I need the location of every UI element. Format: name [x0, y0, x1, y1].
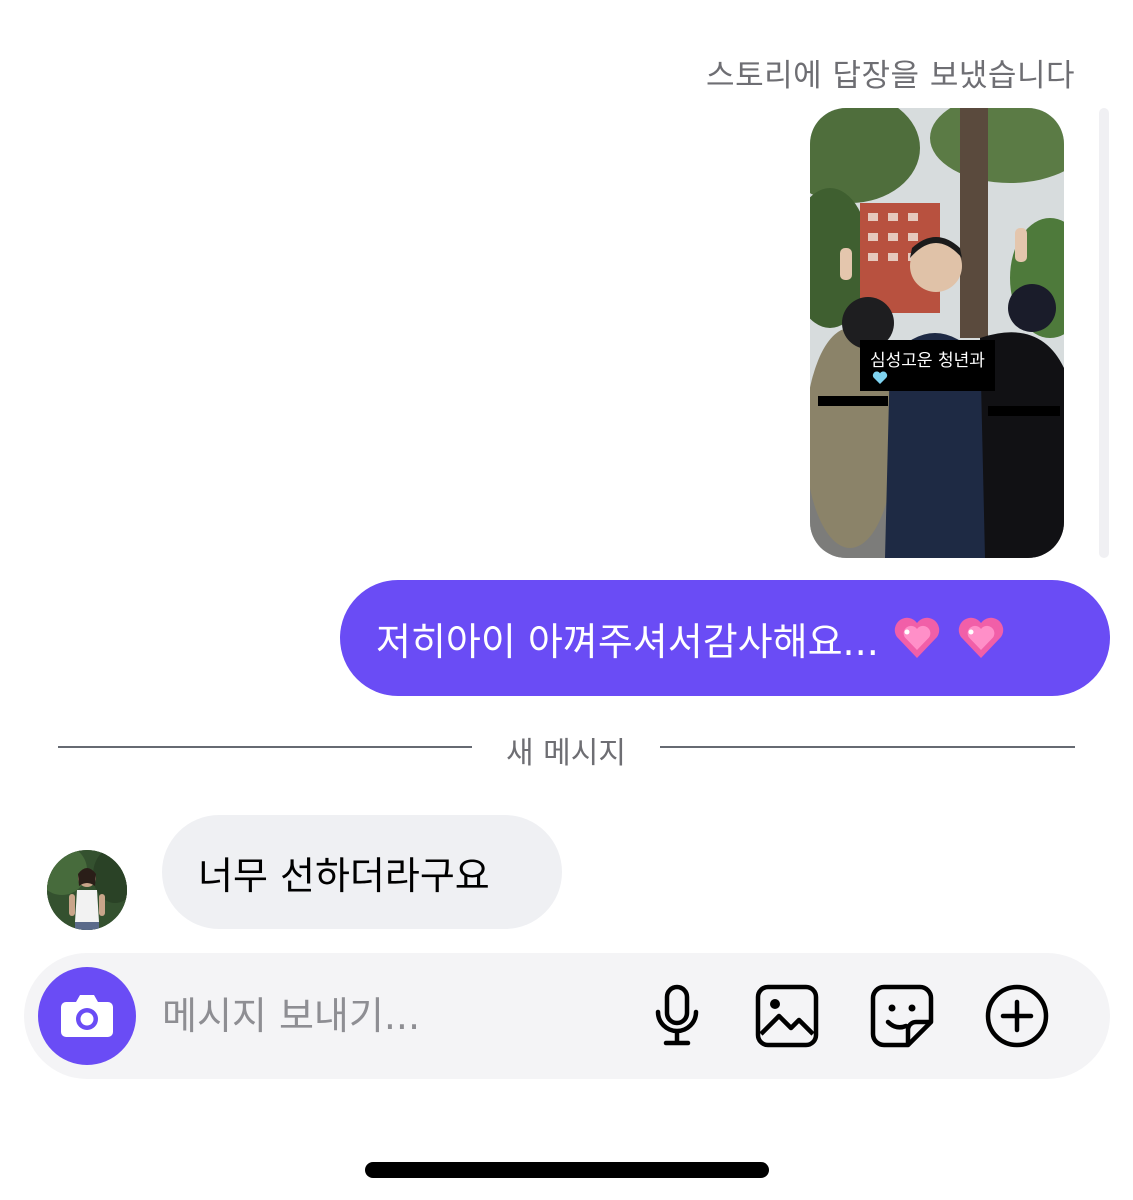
- message-input[interactable]: [162, 986, 582, 1046]
- divider-line-left: [58, 746, 472, 748]
- story-reply-caption: 스토리에 답장을 보냈습니다: [706, 58, 1075, 94]
- divider-line-right: [660, 746, 1075, 748]
- sticker-icon: [870, 984, 934, 1048]
- camera-button[interactable]: [38, 967, 136, 1065]
- plus-circle-icon: [985, 984, 1049, 1048]
- home-indicator[interactable]: [365, 1162, 769, 1178]
- story-sticker: 심성고운 청년과: [860, 340, 995, 391]
- scrollbar[interactable]: [1099, 108, 1109, 558]
- story-thumbnail[interactable]: 심성고운 청년과: [810, 108, 1064, 558]
- light-blue-heart-icon: [872, 371, 888, 384]
- incoming-message-bubble[interactable]: 너무 선하더라구요: [162, 815, 562, 929]
- gallery-button[interactable]: [754, 983, 820, 1049]
- camera-icon: [61, 995, 113, 1037]
- story-photo: [810, 108, 1064, 558]
- outgoing-message-text: 저히아이 아껴주셔서감사해요...: [376, 619, 879, 664]
- sparkling-heart-icon: [958, 617, 1004, 658]
- incoming-message-text: 너무 선하더라구요: [198, 853, 490, 898]
- dm-thread-screen: 스토리에 답장을 보냈습니다 심성고운 청년과 저히아이 아껴주셔서감사해요..…: [0, 0, 1133, 1200]
- new-messages-divider: 새 메시지: [58, 728, 1075, 771]
- avatar-photo: [47, 850, 127, 930]
- story-sticker-text: 심성고운 청년과: [870, 351, 985, 371]
- message-composer: [24, 953, 1110, 1079]
- sparkling-heart-icon: [894, 617, 940, 658]
- avatar[interactable]: [47, 850, 127, 930]
- microphone-button[interactable]: [644, 983, 710, 1049]
- sticker-button[interactable]: [869, 983, 935, 1049]
- more-options-button[interactable]: [984, 983, 1050, 1049]
- divider-label: 새 메시지: [506, 736, 626, 771]
- microphone-icon: [655, 984, 699, 1046]
- outgoing-message-bubble[interactable]: 저히아이 아껴주셔서감사해요...: [340, 580, 1110, 696]
- image-icon: [755, 984, 819, 1048]
